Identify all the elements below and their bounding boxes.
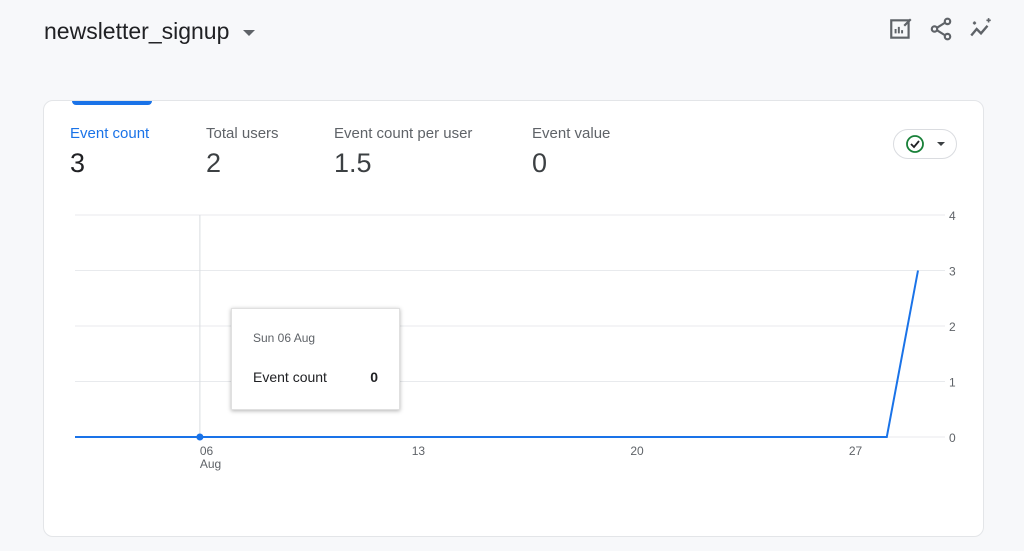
x-tick-label: 13 (412, 444, 426, 458)
data-point (196, 433, 204, 441)
chart-tooltip: Sun 06 Aug Event count 0 (231, 308, 400, 410)
y-tick-label: 1 (949, 376, 956, 390)
y-tick-label: 3 (949, 265, 956, 279)
x-tick-sublabel: Aug (200, 457, 221, 471)
x-tick-label: 27 (849, 444, 863, 458)
series-line (75, 270, 919, 438)
x-tick-label: 20 (630, 444, 644, 458)
tooltip-metric: Event count (253, 369, 327, 385)
x-tick-label: 06 (200, 444, 214, 458)
y-tick-label: 4 (949, 209, 956, 223)
y-tick-label: 2 (949, 320, 956, 334)
tooltip-value: 0 (370, 369, 378, 385)
y-tick-label: 0 (949, 431, 956, 445)
line-chart: 0 1 2 3 4 06Aug 13 20 27 (75, 209, 956, 471)
tooltip-date: Sun 06 Aug (253, 331, 316, 345)
